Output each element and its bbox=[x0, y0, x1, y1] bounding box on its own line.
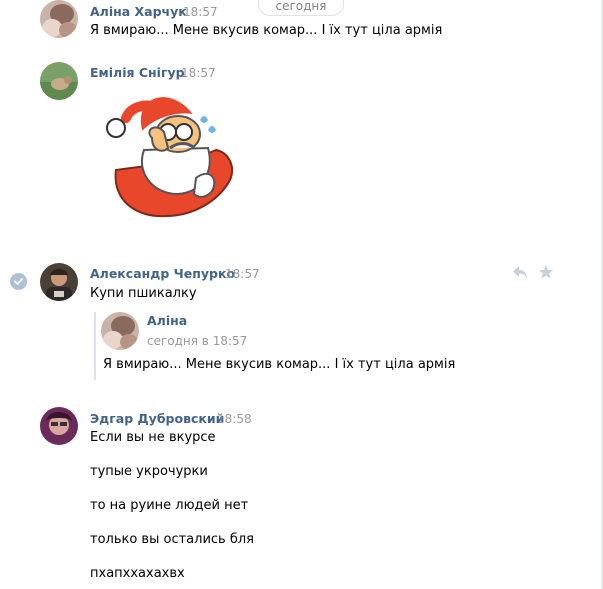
message-text: пхапххахахвх bbox=[90, 566, 185, 581]
quote-time[interactable]: сегодня в 18:57 bbox=[147, 334, 247, 348]
message-text: тупые укрочурки bbox=[90, 464, 208, 479]
message-time[interactable]: 18:57 bbox=[181, 66, 216, 80]
avatar[interactable] bbox=[40, 0, 78, 38]
quote-author[interactable]: Аліна bbox=[147, 313, 187, 328]
quote-bar bbox=[94, 312, 96, 380]
avatar[interactable] bbox=[40, 62, 78, 100]
check-icon[interactable] bbox=[10, 273, 27, 290]
message-author[interactable]: Аліна Харчук bbox=[90, 4, 187, 19]
reply-icon[interactable] bbox=[512, 265, 528, 283]
message-time[interactable]: 18:57 bbox=[225, 267, 260, 281]
message-author[interactable]: Эдгар Дубровский bbox=[90, 411, 224, 426]
date-separator: сегодня bbox=[258, 0, 344, 16]
message-text: Купи пшикалку bbox=[90, 286, 197, 301]
message-text: то на руине людей нет bbox=[90, 498, 249, 513]
santa-facepalm-sticker[interactable] bbox=[96, 90, 244, 220]
star-icon[interactable] bbox=[538, 264, 554, 284]
quote-text: Я вмираю... Мене вкусив комар... І їх ту… bbox=[103, 357, 456, 372]
message-text: только вы остались бля bbox=[90, 532, 254, 547]
avatar[interactable] bbox=[101, 312, 139, 350]
message-author[interactable]: Емілія Снігур bbox=[90, 65, 185, 80]
message-text: Если вы не вкурсе bbox=[90, 430, 216, 445]
avatar[interactable] bbox=[40, 263, 78, 301]
message-text: Я вмираю... Мене вкусив комар... І їх ту… bbox=[90, 23, 443, 38]
avatar[interactable] bbox=[40, 407, 78, 445]
message-time[interactable]: 18:58 bbox=[217, 412, 252, 426]
message-time[interactable]: 18:57 bbox=[183, 5, 218, 19]
message-author[interactable]: Александр Чепурко bbox=[90, 266, 235, 281]
